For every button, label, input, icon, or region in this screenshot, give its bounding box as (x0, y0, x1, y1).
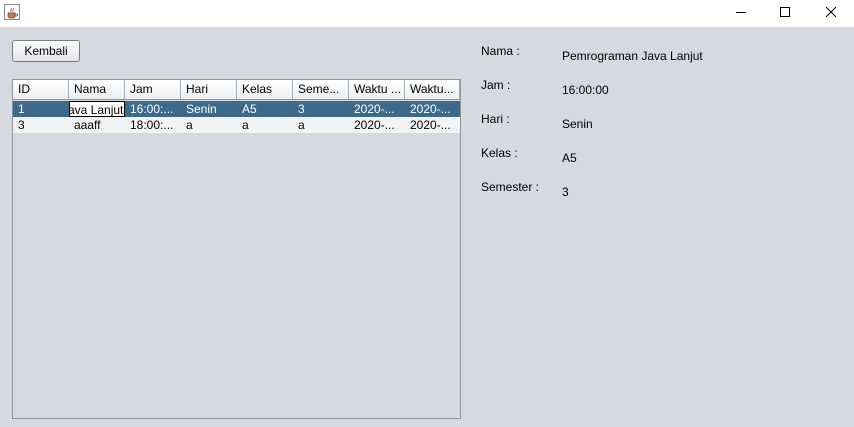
back-button[interactable]: Kembali (12, 40, 80, 62)
main-panel: Kembali ID Nama Jam Hari Kelas Seme... W… (0, 27, 854, 427)
table-cell[interactable]: a (181, 117, 237, 133)
column-header-kelas[interactable]: Kelas (237, 80, 293, 99)
hari-label: Hari : (481, 112, 510, 126)
column-header-id[interactable]: ID (13, 80, 69, 99)
table-cell[interactable]: aaaff (69, 117, 125, 133)
table-cell[interactable]: a (293, 117, 349, 133)
table-cell[interactable]: 3 (13, 117, 69, 133)
column-header-nama[interactable]: Nama (69, 80, 125, 99)
semester-value: 3 (562, 185, 569, 199)
kelas-label: Kelas : (481, 146, 518, 160)
semester-label: Semester : (481, 180, 540, 194)
table-cell[interactable]: 2020-... (405, 117, 460, 133)
table-cell-editor[interactable]: ava Lanjut (69, 101, 125, 117)
table-cell[interactable]: 2020-... (349, 101, 405, 117)
column-header-jam[interactable]: Jam (125, 80, 181, 99)
column-header-waktu-1[interactable]: Waktu ... (349, 80, 405, 99)
column-header-waktu-2[interactable]: Waktu... (405, 80, 460, 99)
table-cell[interactable]: 18:00:... (125, 117, 181, 133)
table-header: ID Nama Jam Hari Kelas Seme... Waktu ...… (13, 80, 460, 100)
maximize-button[interactable] (762, 0, 808, 23)
column-header-hari[interactable]: Hari (181, 80, 237, 99)
nama-label: Nama : (481, 44, 520, 58)
column-header-semester[interactable]: Seme... (293, 80, 349, 99)
table-cell[interactable]: A5 (237, 101, 293, 117)
table-cell[interactable]: 2020-... (349, 117, 405, 133)
minimize-icon (736, 11, 746, 13)
table-row[interactable]: 3 aaaff 18:00:... a a a 2020-... 2020-..… (13, 117, 460, 133)
table-cell[interactable]: 2020-... (405, 101, 460, 117)
table-cell[interactable]: a (237, 117, 293, 133)
jam-value: 16:00:00 (562, 83, 609, 97)
maximize-icon (780, 6, 790, 17)
close-icon (826, 6, 836, 17)
jam-label: Jam : (481, 78, 511, 92)
close-button[interactable] (808, 0, 854, 23)
title-bar (0, 0, 854, 27)
schedule-table[interactable]: ID Nama Jam Hari Kelas Seme... Waktu ...… (12, 79, 461, 419)
table-row[interactable]: 1 ava Lanjut 16:00:... Senin A5 3 2020-.… (13, 101, 460, 117)
table-cell[interactable]: 1 (13, 101, 69, 117)
table-cell[interactable]: Senin (181, 101, 237, 117)
table-cell[interactable]: 3 (293, 101, 349, 117)
nama-value: Pemrograman Java Lanjut (562, 49, 703, 63)
minimize-button[interactable] (718, 0, 764, 23)
table-cell[interactable]: 16:00:... (125, 101, 181, 117)
java-cup-icon (4, 4, 20, 20)
kelas-value: A5 (562, 151, 577, 165)
hari-value: Senin (562, 117, 593, 131)
